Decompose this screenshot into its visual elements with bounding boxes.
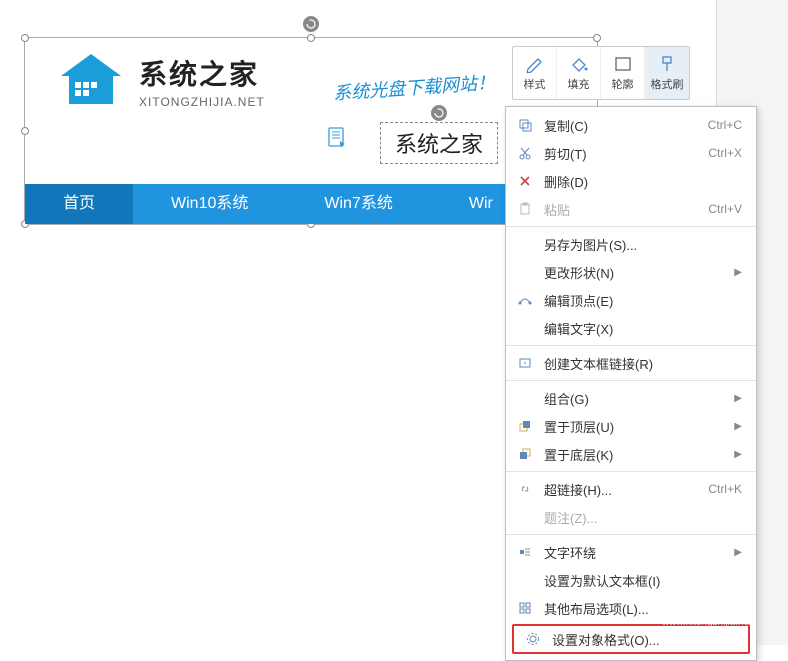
watermark-text: 系统之家	[696, 599, 752, 619]
resize-handle[interactable]	[21, 127, 29, 135]
menu-paste: 粘贴 Ctrl+V	[506, 195, 756, 223]
separator	[506, 345, 756, 346]
resize-handle[interactable]	[307, 34, 315, 42]
menu-change-shape[interactable]: 更改形状(N) ▶	[506, 258, 756, 286]
rotate-handle[interactable]	[431, 105, 447, 121]
menu-copy[interactable]: 复制(C) Ctrl+C	[506, 111, 756, 139]
layout-icon	[516, 599, 534, 617]
menu-text-wrapping[interactable]: 文字环绕 ▶	[506, 538, 756, 566]
menu-hyperlink[interactable]: 超链接(H)... Ctrl+K	[506, 475, 756, 503]
highlighted-option: 设置对象格式(O)...	[512, 624, 750, 654]
chevron-right-icon: ▶	[734, 393, 742, 404]
format-painter-button[interactable]: 格式刷	[645, 47, 689, 99]
menu-edit-text[interactable]: 编辑文字(X)	[506, 314, 756, 342]
textbox-content: 系统之家	[395, 132, 483, 157]
edit-points-icon	[516, 291, 534, 309]
menu-delete[interactable]: 删除(D)	[506, 167, 756, 195]
menu-create-text-link[interactable]: 创建文本框链接(R)	[506, 349, 756, 377]
send-back-icon	[516, 445, 534, 463]
menu-save-as-picture[interactable]: 另存为图片(S)...	[506, 230, 756, 258]
x-icon	[516, 172, 534, 190]
separator	[506, 534, 756, 535]
pencil-icon	[525, 55, 545, 73]
bring-front-icon	[516, 417, 534, 435]
menu-group[interactable]: 组合(G) ▶	[506, 384, 756, 412]
floating-format-toolbar: 样式 填充 轮廓 格式刷	[512, 46, 690, 100]
house-logo-icon	[55, 50, 127, 112]
slogan-text: 系统光盘下载网站！	[332, 68, 495, 105]
watermark-url: www.xitongzhijia.net	[662, 617, 752, 628]
link-box-icon	[516, 354, 534, 372]
context-menu: 复制(C) Ctrl+C 剪切(T) Ctrl+X 删除(D) 粘贴 Ctrl+…	[505, 106, 757, 661]
menu-send-to-back[interactable]: 置于底层(K) ▶	[506, 440, 756, 468]
scissors-icon	[516, 144, 534, 162]
menu-set-default-textbox[interactable]: 设置为默认文本框(I)	[506, 566, 756, 594]
text-box[interactable]: 系统之家	[380, 122, 498, 164]
fill-button[interactable]: 填充	[557, 47, 601, 99]
separator	[506, 226, 756, 227]
brush-icon	[657, 55, 677, 73]
chevron-right-icon: ▶	[734, 449, 742, 460]
menu-cut[interactable]: 剪切(T) Ctrl+X	[506, 139, 756, 167]
logo-subtitle: XITONGZHIJIA.NET	[139, 95, 265, 109]
chevron-right-icon: ▶	[734, 421, 742, 432]
watermark: 系统之家 www.xitongzhijia.net	[656, 595, 752, 623]
square-icon	[613, 55, 633, 73]
wrap-icon	[516, 543, 534, 561]
chevron-right-icon: ▶	[734, 267, 742, 278]
nav-win10[interactable]: Win10系统	[133, 184, 286, 224]
chevron-right-icon: ▶	[734, 547, 742, 558]
menu-bring-to-front[interactable]: 置于顶层(U) ▶	[506, 412, 756, 440]
style-button[interactable]: 样式	[513, 47, 557, 99]
nav-win7[interactable]: Win7系统	[286, 184, 430, 224]
resize-handle[interactable]	[593, 34, 601, 42]
resize-handle[interactable]	[21, 34, 29, 42]
menu-caption: 题注(Z)...	[506, 503, 756, 531]
gear-icon	[524, 630, 542, 648]
menu-format-object[interactable]: 设置对象格式(O)...	[514, 626, 748, 652]
menu-edit-points[interactable]: 编辑顶点(E)	[506, 286, 756, 314]
copy-icon	[516, 116, 534, 134]
link-icon	[516, 480, 534, 498]
nav-home[interactable]: 首页	[25, 184, 133, 224]
separator	[506, 471, 756, 472]
outline-button[interactable]: 轮廓	[601, 47, 645, 99]
document-icon	[325, 126, 349, 150]
separator	[506, 380, 756, 381]
logo-title: 系统之家	[139, 53, 265, 93]
rotate-handle[interactable]	[303, 16, 319, 32]
site-logo: 系统之家 XITONGZHIJIA.NET	[55, 50, 265, 112]
clipboard-icon	[516, 200, 534, 218]
bucket-icon	[569, 55, 589, 73]
